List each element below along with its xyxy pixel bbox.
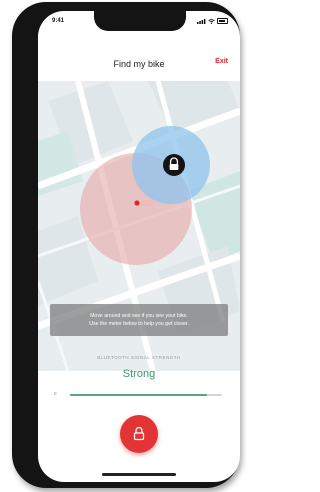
battery-icon (217, 18, 228, 24)
signal-meter-min-label: 0 (54, 391, 57, 396)
signal-strength-label: BLUETOOTH SIGNAL STRENGTH (97, 355, 181, 360)
signal-strength-value: Strong (122, 368, 156, 380)
instruction-line-2: Use the meter below to help you get clos… (89, 321, 189, 327)
app-screen: 9:41 Find my bike Exit Move around and s… (38, 11, 240, 482)
camera-notch (94, 11, 186, 31)
home-indicator[interactable] (102, 473, 176, 476)
instruction-line-1: Move around and see if you see your bike… (90, 313, 188, 319)
phone-frame: 9:41 Find my bike Exit Move around and s… (12, 2, 240, 488)
lock-button[interactable] (120, 415, 158, 453)
instruction-banner: Move around and see if you see your bike… (50, 304, 228, 336)
signal-meter-fill (70, 394, 207, 396)
status-time: 9:41 (52, 18, 65, 24)
signal-meter-track (70, 394, 222, 396)
signal-bars-icon (197, 18, 206, 24)
signal-meter: 0 (52, 389, 226, 401)
lock-icon (133, 426, 145, 441)
status-icons (197, 18, 228, 24)
exit-button[interactable]: Exit (215, 58, 228, 65)
user-location-icon (134, 200, 153, 206)
page-title: Find my bike (113, 59, 165, 69)
bike-lock-icon[interactable] (163, 154, 185, 176)
wifi-icon (208, 18, 215, 24)
